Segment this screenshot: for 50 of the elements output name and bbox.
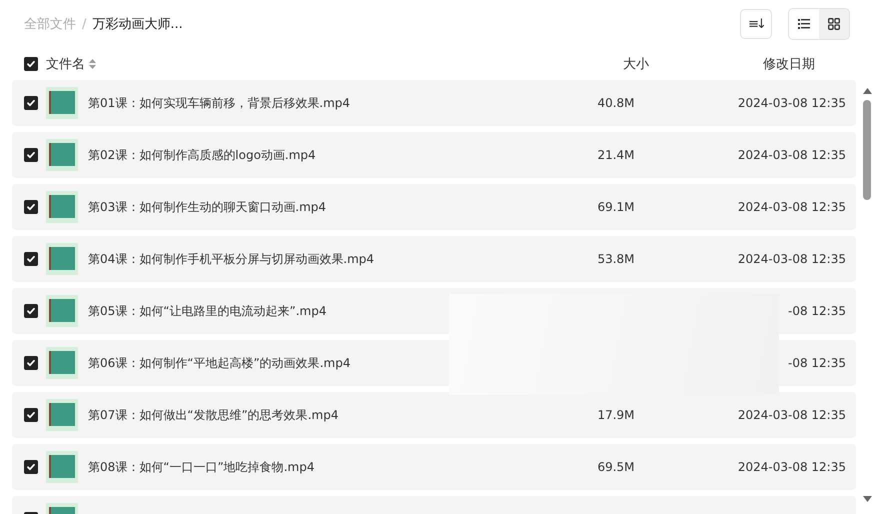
modified-date: -08 12:35 (787, 304, 846, 318)
modified-date: 2024-03-08 12:35 (736, 148, 846, 162)
video-thumbnail (46, 295, 78, 327)
checkbox[interactable] (24, 304, 38, 318)
file-name[interactable]: 第08课：如何“一口一口”地吃掉食物.mp4 (88, 458, 556, 476)
file-name[interactable]: 第04课：如何制作手机平板分屏与切屏动画效果.mp4 (88, 250, 556, 268)
file-size: 69.1M (596, 200, 636, 214)
sort-button[interactable]: ≡↓ (740, 9, 772, 39)
checkbox[interactable] (24, 96, 38, 110)
modified-date: 2024-03-08 12:35 (736, 460, 846, 474)
file-size: 17.9M (596, 408, 636, 422)
sort-icon[interactable] (89, 59, 96, 69)
breadcrumb-link[interactable]: 万彩动画大师... (92, 15, 183, 33)
file-name[interactable]: 第07课：如何做出“发散思维”的思考效果.mp4 (88, 406, 556, 424)
video-thumbnail (46, 191, 78, 223)
scroll-down-icon[interactable] (862, 496, 872, 502)
file-size: 40.8M (596, 96, 636, 110)
checkbox[interactable] (24, 200, 38, 214)
modified-date: 2024-03-08 12:35 (736, 200, 846, 214)
checkbox[interactable] (24, 460, 38, 474)
column-header[interactable]: 大小 (623, 57, 649, 72)
video-thumbnail (46, 399, 78, 431)
video-thumbnail (46, 243, 78, 275)
list-icon (798, 19, 810, 29)
file-size: 21.4M (596, 148, 636, 162)
column-header[interactable]: 修改日期 (763, 57, 815, 72)
modified-date: 2024-03-08 12:35 (736, 96, 846, 110)
video-thumbnail (46, 347, 78, 379)
scrollbar-thumb[interactable] (863, 100, 871, 200)
checkbox[interactable] (24, 148, 38, 162)
breadcrumb-separator: / (82, 16, 86, 32)
modified-date: 2024-03-08 12:35 (736, 408, 846, 422)
modified-date: 2024-03-08 12:35 (736, 252, 846, 266)
grid-icon (828, 18, 840, 30)
scroll-up-icon[interactable] (862, 88, 872, 94)
video-thumbnail (46, 451, 78, 483)
list-view-button[interactable] (789, 9, 819, 39)
column-header[interactable]: 文件名 (46, 55, 85, 73)
checkbox[interactable] (24, 408, 38, 422)
file-name[interactable]: 第01课：如何实现车辆前移，背景后移效果.mp4 (88, 94, 556, 112)
file-name[interactable]: 第02课：如何制作高质感的logo动画.mp4 (88, 146, 556, 164)
video-thumbnail (46, 139, 78, 171)
file-size: 69.5M (596, 460, 636, 474)
checkbox[interactable] (24, 57, 38, 71)
file-size: 53.8M (596, 252, 636, 266)
checkbox[interactable] (24, 356, 38, 370)
modified-date: -08 12:35 (787, 356, 846, 370)
video-thumbnail (46, 87, 78, 119)
checkbox[interactable] (24, 252, 38, 266)
file-name[interactable]: 第03课：如何制作生动的聊天窗口动画.mp4 (88, 198, 556, 216)
